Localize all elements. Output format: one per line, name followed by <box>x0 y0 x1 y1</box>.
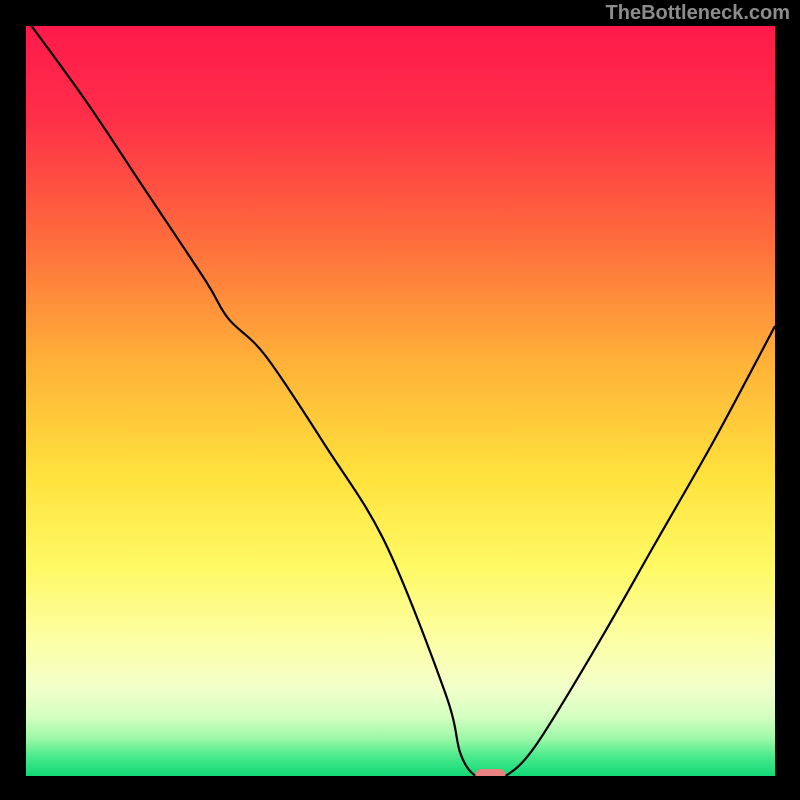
optimal-marker <box>475 769 505 776</box>
plot-area <box>26 26 775 776</box>
bottleneck-chart <box>26 26 775 776</box>
chart-container: TheBottleneck.com <box>0 0 800 800</box>
watermark-text: TheBottleneck.com <box>606 2 790 25</box>
gradient-background <box>26 26 775 776</box>
